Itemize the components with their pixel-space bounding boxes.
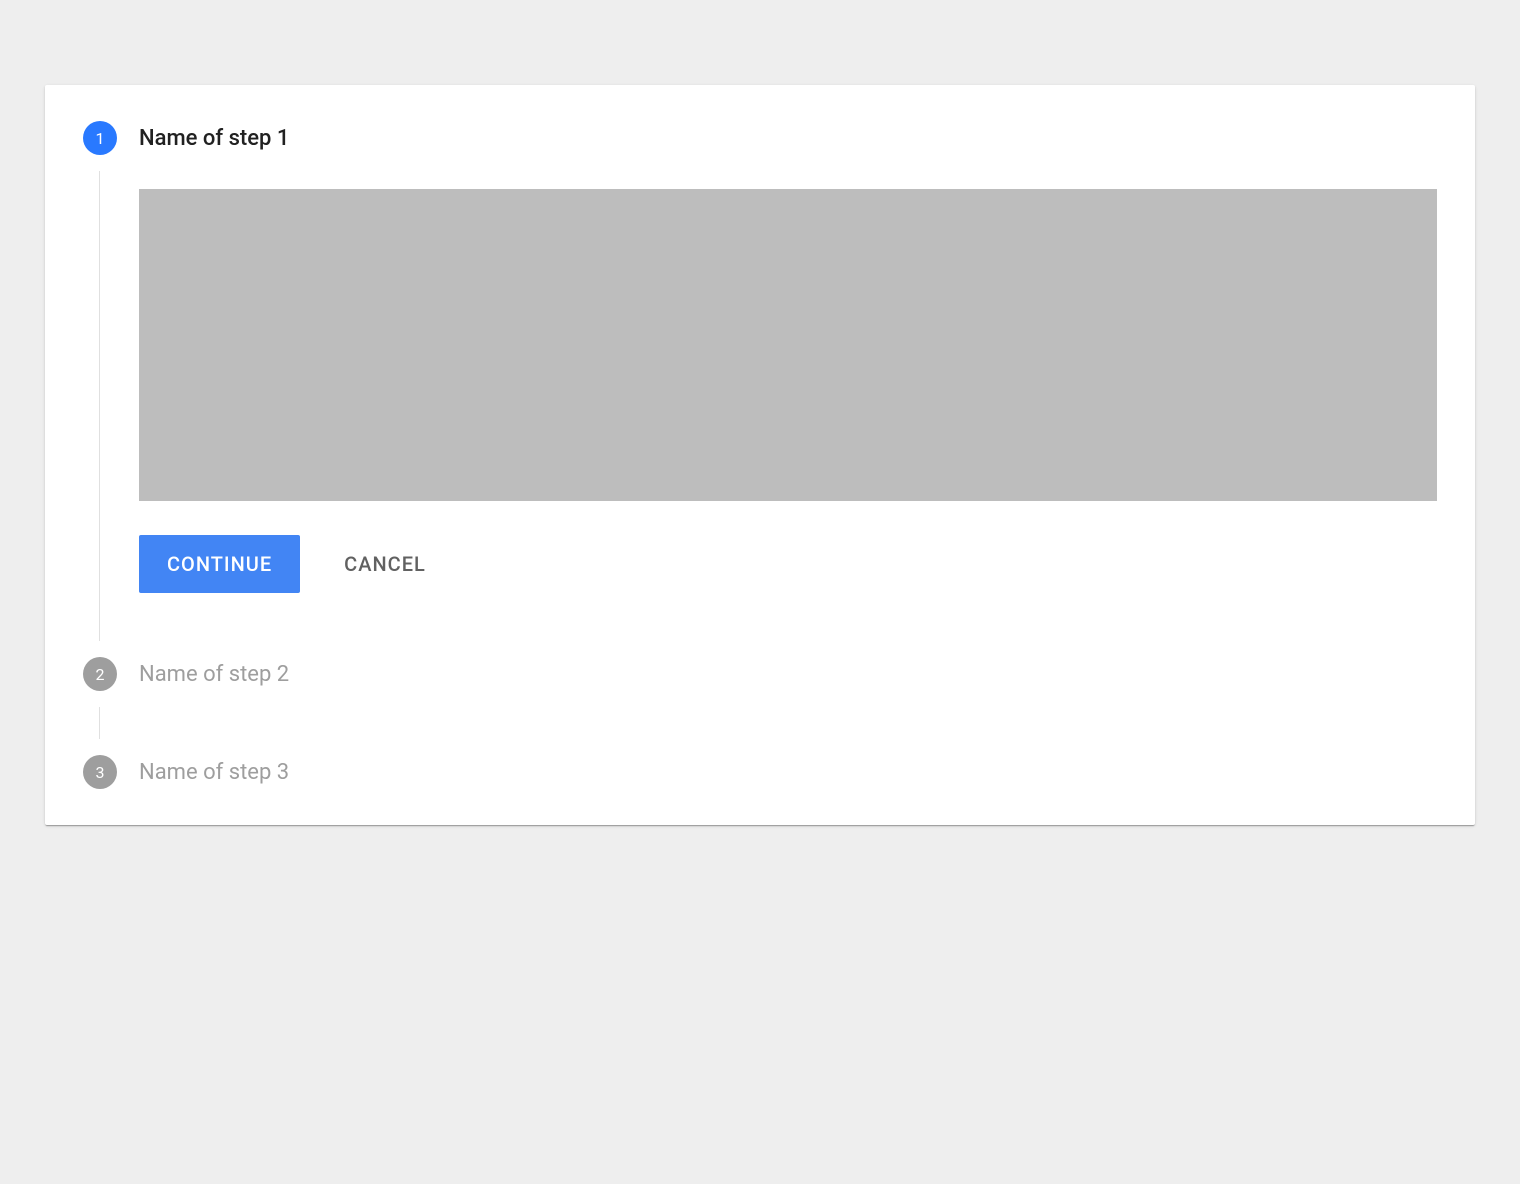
- step-2: 2 Name of step 2: [83, 653, 1437, 751]
- step-3-label: Name of step 3: [139, 760, 289, 785]
- step-1: 1 Name of step 1 CONTINUE CANCEL: [83, 117, 1437, 653]
- step-1-number-icon: 1: [83, 121, 117, 155]
- step-1-body: CONTINUE CANCEL: [99, 159, 1437, 653]
- step-3-number-icon: 3: [83, 755, 117, 789]
- step-1-content-placeholder: [139, 189, 1437, 501]
- step-1-number: 1: [96, 129, 105, 148]
- step-3-number: 3: [96, 763, 105, 782]
- step-2-header[interactable]: 2 Name of step 2: [83, 653, 1437, 695]
- cancel-button[interactable]: CANCEL: [344, 552, 426, 576]
- step-3: 3 Name of step 3: [83, 751, 1437, 793]
- step-2-number: 2: [96, 665, 105, 684]
- step-2-label: Name of step 2: [139, 662, 289, 687]
- continue-button[interactable]: CONTINUE: [139, 535, 300, 593]
- step-3-header[interactable]: 3 Name of step 3: [83, 751, 1437, 793]
- step-2-number-icon: 2: [83, 657, 117, 691]
- step-1-actions: CONTINUE CANCEL: [139, 535, 1437, 593]
- stepper-card: 1 Name of step 1 CONTINUE CANCEL 2 Name …: [45, 85, 1475, 825]
- step-2-connector: [99, 695, 1437, 751]
- step-1-label: Name of step 1: [139, 126, 289, 151]
- step-1-header[interactable]: 1 Name of step 1: [83, 117, 1437, 159]
